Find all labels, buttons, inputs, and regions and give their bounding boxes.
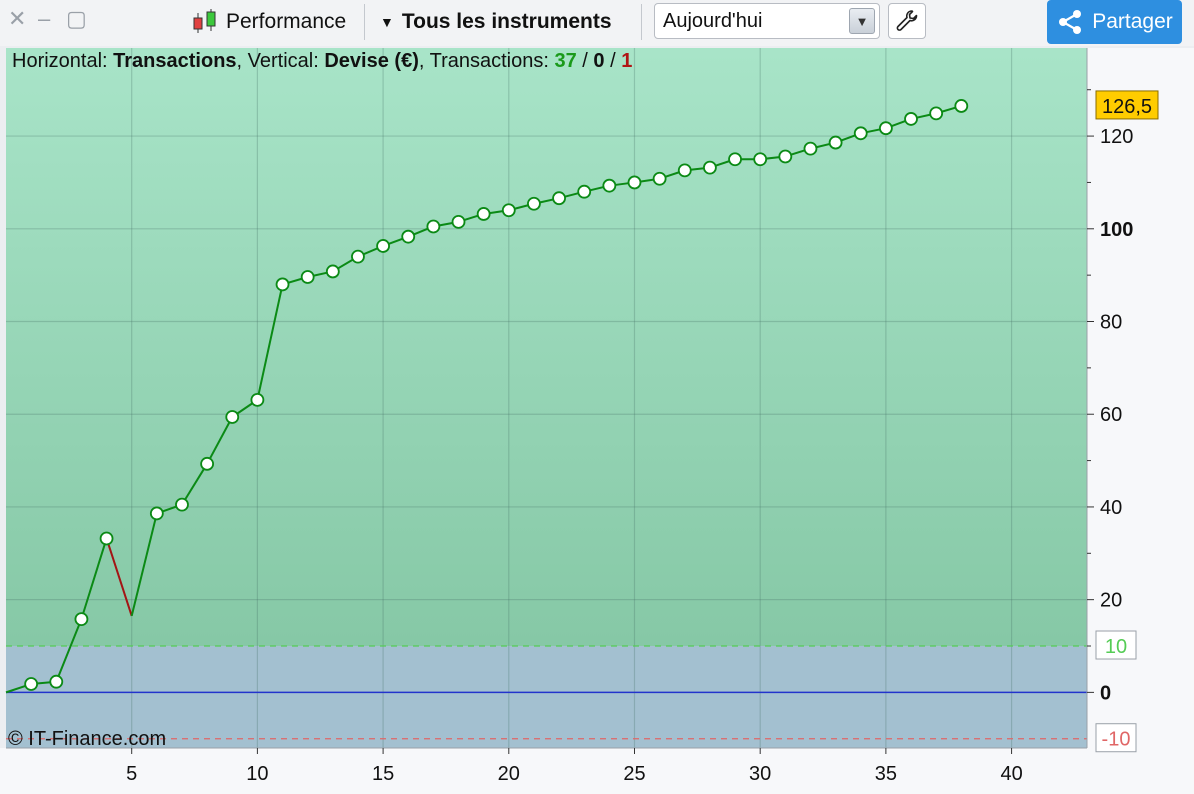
y-tick-label: 60: [1100, 404, 1122, 426]
candlestick-icon: [193, 9, 216, 33]
data-point: [426, 219, 441, 234]
data-point: [99, 531, 114, 546]
instruments-label: Tous les instruments: [401, 10, 612, 33]
data-point: [728, 152, 742, 167]
transactions-label: , Transactions:: [418, 50, 555, 72]
y-tick-label: 100: [1100, 219, 1133, 241]
data-point: [703, 160, 717, 175]
transactions-win-count: 37: [554, 50, 577, 72]
data-point: [552, 191, 566, 206]
data-point: [929, 106, 944, 121]
data-point: [401, 229, 416, 244]
data-point: [853, 126, 868, 141]
minimize-icon[interactable]: –: [38, 8, 50, 30]
data-point: [376, 239, 390, 253]
x-tick-label: 20: [498, 763, 520, 785]
instruments-dropdown[interactable]: ▼ Tous les instruments: [380, 6, 612, 38]
data-point: [828, 135, 843, 150]
data-point: [250, 392, 265, 407]
chevron-down-icon[interactable]: ▼: [849, 8, 875, 34]
data-point: [627, 175, 642, 190]
data-point: [803, 141, 818, 156]
data-point: [325, 264, 340, 279]
data-point: [501, 203, 516, 218]
performance-menu[interactable]: Performance: [190, 6, 346, 38]
data-point: [878, 121, 893, 136]
toolbar-divider: [364, 4, 365, 40]
close-icon[interactable]: ✕: [8, 8, 26, 30]
vertical-value: Devise (€): [324, 50, 419, 72]
data-point: [49, 674, 64, 689]
settings-button[interactable]: [888, 3, 926, 39]
data-point: [149, 506, 164, 521]
x-tick-label: 15: [372, 763, 394, 785]
data-point: [904, 112, 918, 126]
data-point: [74, 612, 89, 627]
horizontal-value: Transactions: [113, 50, 237, 72]
data-point: [577, 184, 592, 199]
transactions-loss-count: 1: [621, 50, 633, 72]
loss-zone: [6, 646, 1087, 748]
y-tick-label: 40: [1100, 497, 1122, 519]
data-point: [602, 178, 617, 193]
share-label: Partager: [1092, 10, 1173, 33]
transactions-neutral-count: 0: [593, 50, 605, 72]
last-value-label: 126,5: [1102, 96, 1152, 118]
profit-zone: [6, 48, 1087, 647]
period-value: Aujourd'hui: [663, 10, 763, 32]
lower-threshold-label: -10: [1102, 729, 1131, 751]
data-point: [652, 171, 667, 186]
data-point: [225, 410, 240, 424]
performance-chart: 0204060801001205 10 15 20 25 30 35 4010-10126,5: [0, 46, 1194, 794]
separator: /: [604, 50, 622, 72]
period-select[interactable]: Aujourd'hui ▼: [654, 3, 880, 39]
data-point: [677, 163, 692, 178]
upper-threshold-label: 10: [1105, 636, 1127, 658]
data-point: [954, 99, 969, 113]
x-tick-label: 10: [246, 763, 268, 785]
data-point: [351, 249, 365, 264]
vertical-label: , Vertical:: [236, 50, 325, 72]
maximize-icon[interactable]: ▢: [66, 8, 87, 30]
separator: /: [576, 50, 594, 72]
toolbar-divider: [641, 4, 642, 40]
x-tick-label: 40: [1000, 763, 1022, 785]
data-point: [275, 277, 290, 292]
data-point: [476, 207, 491, 221]
toolbar: ✕ – ▢ Performance ▼ Tous les instruments…: [0, 0, 1194, 47]
x-tick-label: 30: [749, 763, 771, 785]
y-tick-label: 0: [1100, 682, 1111, 704]
data-point: [451, 214, 466, 229]
data-point: [300, 270, 315, 284]
chart-info: Horizontal: Transactions, Vertical: Devi…: [12, 50, 632, 73]
x-tick-label: 35: [875, 763, 897, 785]
performance-label: Performance: [226, 10, 347, 33]
x-tick-label: 5: [126, 763, 137, 785]
data-point: [175, 497, 189, 512]
data-point: [753, 152, 768, 167]
copyright: © IT-Finance.com: [8, 728, 167, 750]
x-tick-label: 25: [623, 763, 645, 785]
share-icon: [1059, 10, 1082, 34]
data-point: [527, 196, 541, 211]
y-tick-label: 20: [1100, 590, 1122, 612]
data-point: [778, 149, 793, 164]
horizontal-label: Horizontal:: [12, 50, 114, 72]
data-point: [200, 456, 215, 471]
caret-down-icon: ▼: [380, 14, 394, 30]
y-tick-label: 120: [1100, 126, 1133, 148]
data-point: [24, 677, 39, 691]
wrench-icon: [896, 10, 918, 31]
y-tick-label: 80: [1100, 312, 1122, 334]
share-button[interactable]: Partager: [1047, 0, 1182, 44]
